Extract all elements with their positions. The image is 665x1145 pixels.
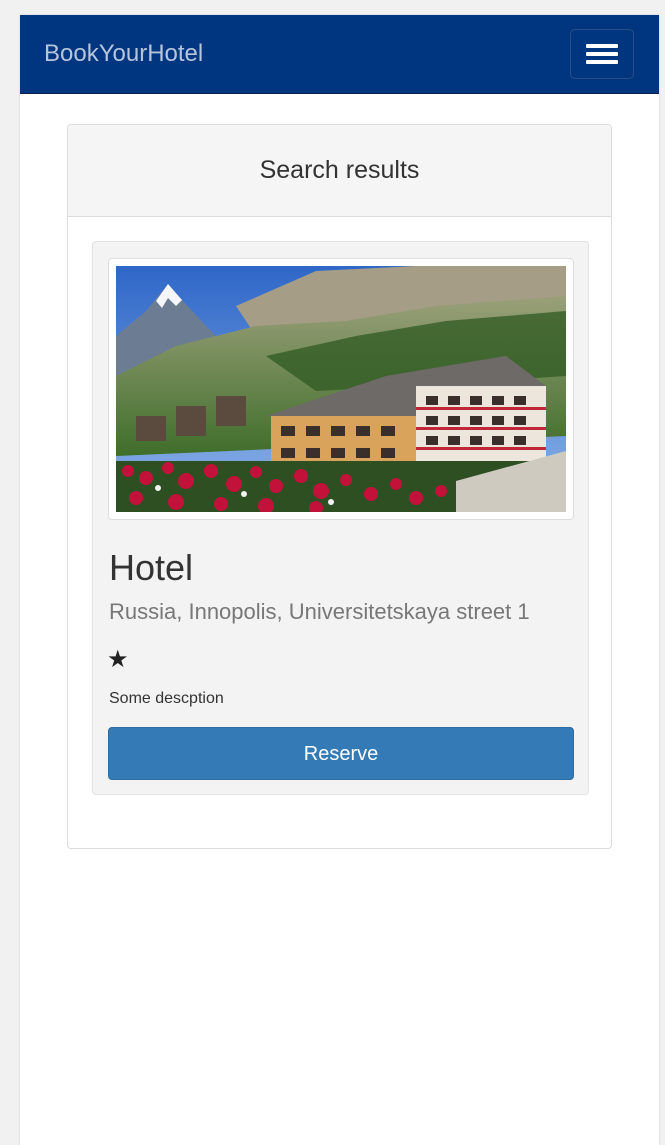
hotel-photo bbox=[116, 266, 566, 512]
menu-toggle-button[interactable] bbox=[570, 29, 634, 79]
brand-link[interactable]: BookYourHotel bbox=[44, 39, 203, 69]
hotel-address: Russia, Innopolis, Universitetskaya stre… bbox=[109, 599, 530, 624]
page-title: Search results bbox=[259, 156, 420, 184]
hotel-image bbox=[108, 258, 574, 520]
hotel-name: Hotel bbox=[109, 547, 194, 588]
app-window: BookYourHotel Search results Hotel Russi… bbox=[20, 15, 659, 1145]
hamburger-icon-line bbox=[586, 60, 618, 64]
reserve-button[interactable]: Reserve bbox=[108, 727, 574, 780]
top-navbar: BookYourHotel bbox=[20, 15, 659, 94]
star-icon: ★ bbox=[107, 646, 129, 673]
hamburger-icon bbox=[586, 44, 618, 48]
search-results-panel: Search results Hotel Russia, Innopolis, … bbox=[67, 124, 612, 849]
hamburger-icon-line bbox=[586, 52, 618, 56]
hotel-card: Hotel Russia, Innopolis, Universitetskay… bbox=[92, 241, 589, 795]
panel-heading: Search results bbox=[68, 125, 611, 217]
hotel-description: Some descption bbox=[109, 690, 224, 707]
